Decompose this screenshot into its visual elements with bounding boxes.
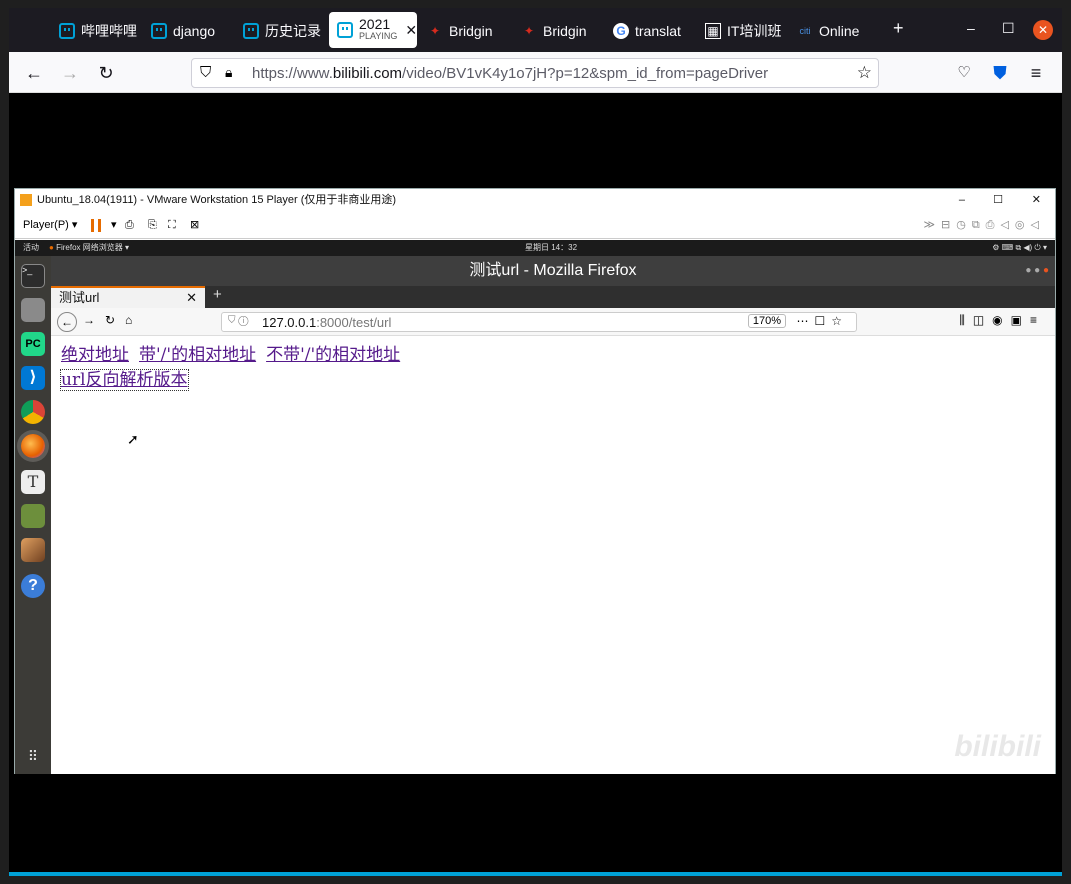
minimize-icon[interactable]: – (967, 20, 975, 36)
inner-close-tab-icon[interactable]: ✕ (186, 288, 197, 308)
outer-nav-bar: ← → ↻ ⛉ 🔒︎ https://www.bilibili.com/vide… (9, 52, 1062, 93)
tab-bridging-1[interactable]: ✦ Bridgin (427, 18, 509, 44)
inner-page-actions[interactable]: ⋯☐☆ (796, 314, 848, 328)
bilibili-icon (243, 23, 259, 39)
pause-icon[interactable] (91, 219, 101, 232)
menu-icon[interactable]: ≡ (1025, 62, 1047, 84)
text-editor-icon[interactable]: T (21, 470, 45, 494)
system-tray-icons[interactable]: ⚙ ⌨ ⧉ ◀) ⏻ ▾ (992, 240, 1047, 256)
send-keys-icon[interactable]: ⎙ (125, 211, 134, 239)
outer-url-text: https://www.bilibili.com/video/BV1vK4y1o… (252, 65, 769, 82)
back-icon[interactable]: ← (23, 62, 45, 84)
mouse-cursor-icon: ➚ (127, 432, 139, 448)
terminal-icon[interactable]: >_ (21, 264, 45, 288)
ubuntu-top-bar: 活动 ● Firefox 网络浏览器 ▾ 星期日 14：32 ⚙ ⌨ ⧉ ◀) … (15, 240, 1055, 256)
bilibili-icon (59, 23, 75, 39)
maximize-icon[interactable]: ☐ (1002, 20, 1015, 37)
vm-minimize-icon[interactable]: – (959, 189, 965, 211)
inner-url-text: 127.0.0.1:8000/test/url (262, 315, 392, 330)
files-icon[interactable] (21, 298, 45, 322)
link-relative-without-slash[interactable]: 不带'/'的相对地址 (266, 345, 400, 365)
forward-icon[interactable]: → (59, 62, 81, 84)
inner-url-bar[interactable]: ⛉ ⓘ 127.0.0.1:8000/test/url 170% ⋯☐☆ (221, 312, 857, 332)
paint-icon[interactable] (21, 538, 45, 562)
bilibili-watermark: bilibili (954, 730, 1041, 763)
bilibili-icon (337, 22, 353, 38)
pause-dropdown-icon[interactable]: ▾ (111, 211, 117, 239)
tab-bridging-2[interactable]: ✦ Bridgin (521, 18, 601, 44)
device-status-icons[interactable]: ≫⊟◷⧉⎙◁◎◁ (923, 211, 1045, 239)
tab-history[interactable]: 历史记录 (243, 18, 321, 44)
new-tab-button[interactable]: + (893, 18, 904, 39)
it-icon: ▦ (705, 23, 721, 39)
close-tab-icon[interactable]: ✕ (405, 22, 417, 39)
tab-bilibili-home[interactable]: 哔哩哔哩 (59, 18, 137, 44)
zoom-indicator[interactable]: 170% (747, 314, 786, 328)
pocket-icon[interactable]: ♡ (953, 62, 975, 84)
vmware-title-bar: Ubuntu_18.04(1911) - VMware Workstation … (15, 189, 1055, 211)
vmware-logo-icon (20, 194, 32, 206)
show-apps-icon[interactable]: ⠿ (21, 744, 45, 768)
reader-icon[interactable] (21, 504, 45, 528)
player-menu[interactable]: Player(P) ▾ (23, 219, 77, 231)
extension-icon[interactable]: ⛊ (989, 62, 1011, 84)
link-url-reverse[interactable]: url反向解析版本 (60, 369, 189, 391)
inner-toolbar-icons[interactable]: ⫼◫◉▣≡ (959, 313, 1045, 328)
inner-tab-strip: 测试url ✕ + (51, 286, 1055, 308)
ubuntu-desktop: 活动 ● Firefox 网络浏览器 ▾ 星期日 14：32 ⚙ ⌨ ⧉ ◀) … (15, 240, 1055, 774)
outer-url-bar[interactable]: ⛉ 🔒︎ https://www.bilibili.com/video/BV1v… (191, 58, 879, 88)
inner-reload-icon[interactable]: ↻ (105, 313, 115, 327)
help-icon[interactable]: ? (21, 574, 45, 598)
firefox-small-icon: ● (49, 243, 54, 252)
inner-home-icon[interactable]: ⌂ (125, 313, 132, 327)
vm-close-icon[interactable]: ✕ (1032, 189, 1041, 211)
inner-info-icon[interactable]: ⛉ ⓘ (228, 315, 248, 326)
bookmark-star-icon[interactable]: ☆ (857, 63, 872, 83)
maple-leaf-icon: ✦ (429, 24, 441, 38)
ubuntu-dock: >_ PC ⟩ T ? ⠿ (15, 256, 51, 774)
vmware-toolbar: Player(P) ▾ ▾ ⎙ ⎘ ⛶ ⊠ ≫⊟◷⧉⎙◁◎◁ (15, 211, 1055, 239)
inner-nav-bar: ← → ↻ ⌂ ⛉ ⓘ 127.0.0.1:8000/test/url 170%… (51, 308, 1055, 336)
video-progress-bar[interactable] (9, 872, 1062, 876)
maple-leaf-icon: ✦ (523, 24, 535, 38)
screen-frame: 哔哩哔哩 django 历史记录 2021 PLAYING ✕ ✦ Bridgin ✦… (9, 8, 1062, 876)
tab-it-training[interactable]: ▦ IT培训班 (705, 18, 785, 44)
firefox-icon[interactable] (21, 434, 45, 458)
bilibili-icon (151, 23, 167, 39)
chrome-icon[interactable] (21, 400, 45, 424)
tab-active-playing[interactable]: 2021 PLAYING ✕ (329, 12, 417, 48)
link-relative-with-slash[interactable]: 带'/'的相对地址 (139, 345, 256, 365)
inner-tab-test-url[interactable]: 测试url ✕ (51, 286, 205, 308)
vscode-icon[interactable]: ⟩ (21, 366, 45, 390)
close-window-icon[interactable]: ✕ (1033, 20, 1053, 40)
google-icon: G (613, 23, 629, 39)
outer-tab-strip: 哔哩哔哩 django 历史记录 2021 PLAYING ✕ ✦ Bridgin ✦… (9, 8, 1062, 52)
inner-forward-icon[interactable]: → (83, 313, 95, 327)
fullscreen-icon[interactable]: ⛶ (168, 211, 176, 239)
pycharm-icon[interactable]: PC (21, 332, 45, 356)
firefox-app-menu[interactable]: ● Firefox 网络浏览器 ▾ (49, 240, 129, 256)
vmware-window: Ubuntu_18.04(1911) - VMware Workstation … (14, 188, 1056, 774)
removable-devices-icon[interactable]: ⎘ (148, 211, 157, 239)
page-content: 绝对地址 带'/'的相对地址 不带'/'的相对地址 url反向解析版本 ➚ (51, 336, 1055, 448)
tab-online[interactable]: citi Online (797, 18, 873, 44)
inner-firefox-window: 测试url - Mozilla Firefox ● ● ● 测试url ✕ + ←… (51, 256, 1055, 774)
citi-icon: citi (799, 26, 811, 36)
activities-button[interactable]: 活动 (23, 240, 39, 256)
tab-translate[interactable]: Gtranslat (613, 18, 693, 44)
tab-django[interactable]: django (151, 18, 229, 44)
clock[interactable]: 星期日 14：32 (525, 240, 577, 256)
link-absolute-address[interactable]: 绝对地址 (61, 345, 129, 365)
vm-maximize-icon[interactable]: ☐ (993, 189, 1003, 211)
inner-back-icon[interactable]: ← (57, 312, 77, 332)
shield-icon[interactable]: ⛉ (200, 64, 211, 81)
reload-icon[interactable]: ↻ (95, 62, 117, 84)
lock-icon[interactable]: 🔒︎ (225, 64, 232, 81)
inner-new-tab-button[interactable]: + (213, 286, 222, 303)
unity-icon[interactable]: ⊠ (190, 211, 199, 239)
inner-window-controls[interactable]: ● ● ● (1025, 256, 1049, 286)
inner-window-title: 测试url - Mozilla Firefox ● ● ● (51, 256, 1055, 286)
